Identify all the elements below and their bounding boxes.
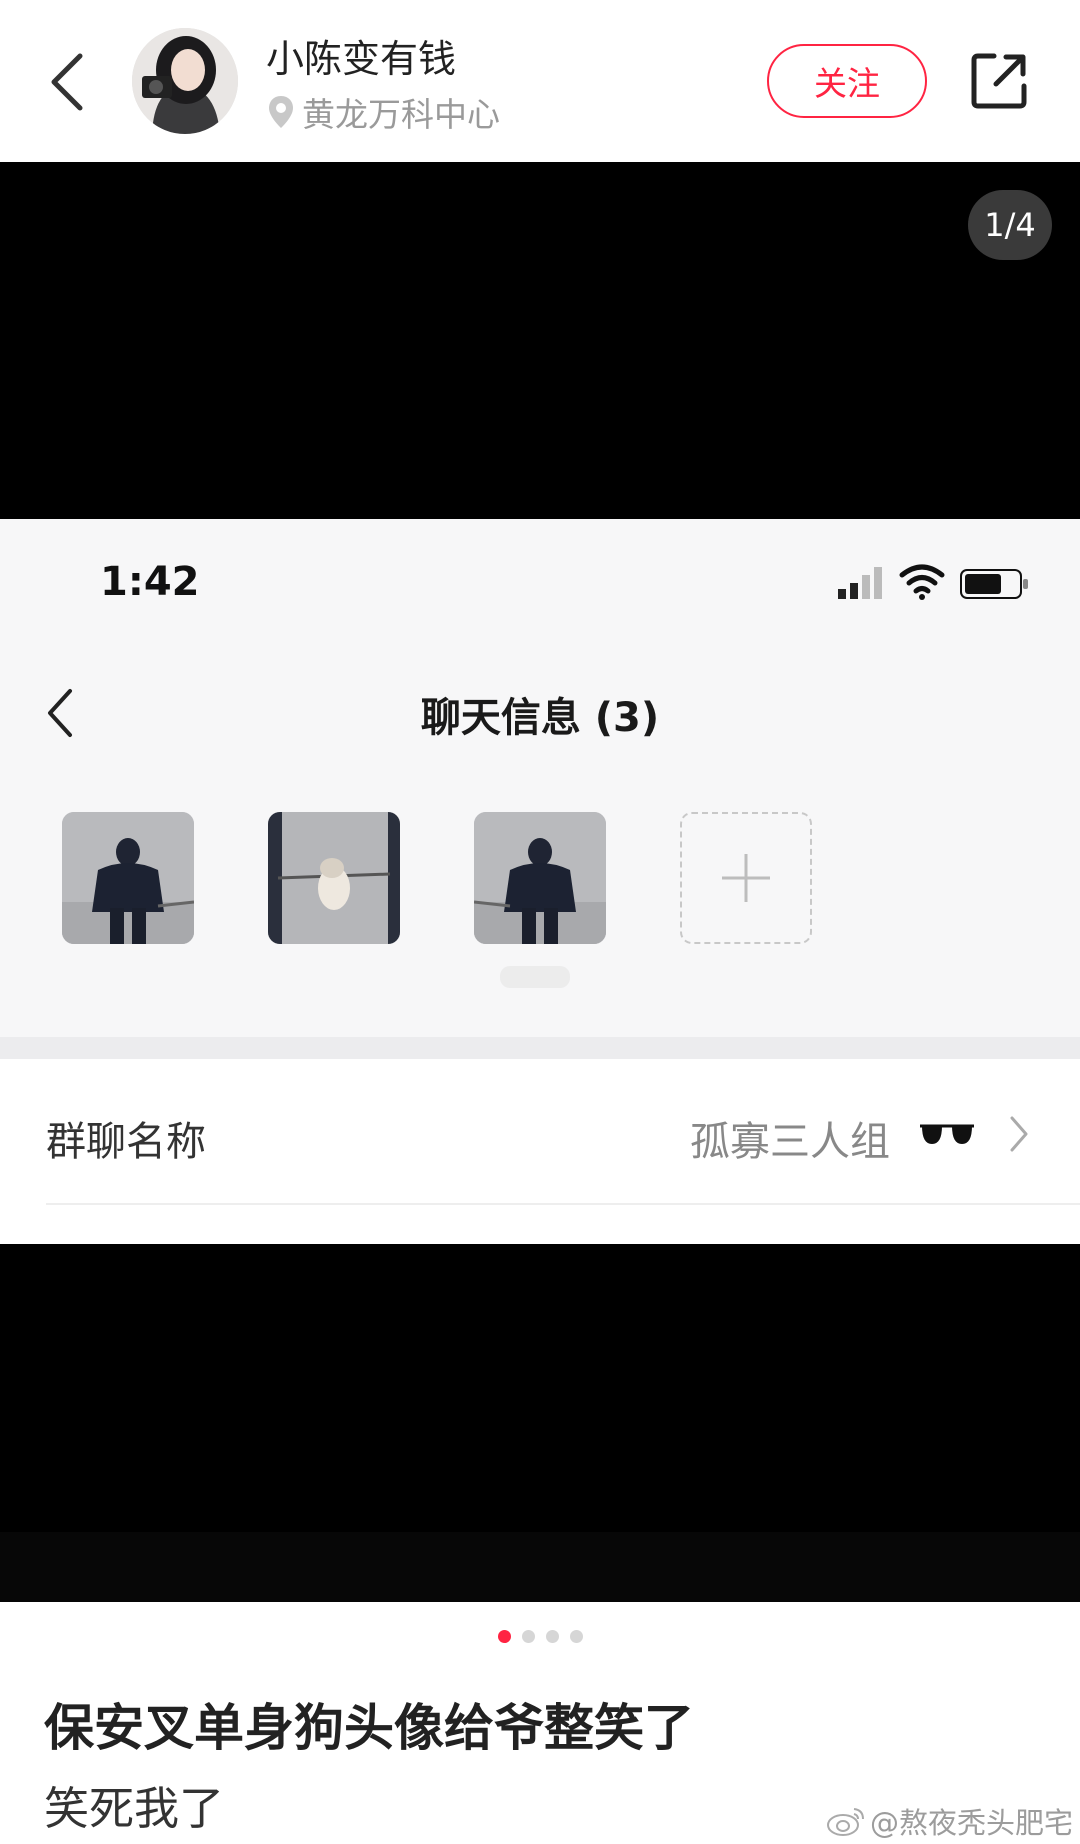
media-carousel[interactable]: 1/4 1:42 聊天信息 (3) 群聊名称 孤寡三人组 (0, 162, 1080, 1602)
section-divider (0, 1037, 1080, 1059)
author-name[interactable]: 小陈变有钱 (266, 28, 456, 83)
chevron-right-icon (1010, 1116, 1028, 1152)
carousel-dots (0, 1630, 1080, 1646)
status-time: 1:42 (100, 559, 200, 605)
member-avatar-security-guard-2 (474, 812, 606, 944)
back-arrow-icon[interactable] (44, 50, 92, 114)
group-name-value: 孤寡三人组 (690, 1119, 890, 1165)
weibo-icon (827, 1808, 864, 1836)
add-member-button (680, 812, 812, 944)
follow-button[interactable]: 关注 (767, 44, 927, 118)
blurred-caption (500, 966, 570, 988)
carousel-dot-2[interactable] (521, 1630, 535, 1643)
group-name-label: 群聊名称 (46, 1119, 206, 1165)
weibo-watermark: @熬夜秃头肥宅 (826, 1800, 1073, 1842)
member-avatar-dog (268, 812, 400, 944)
author-avatar[interactable] (132, 28, 238, 134)
carousel-dot-4[interactable] (569, 1630, 583, 1643)
cell-signal-icon (838, 567, 882, 599)
sunglasses-icon (920, 1124, 974, 1144)
location-pin-icon (269, 96, 293, 128)
post-body: 笑死我了 (44, 1782, 225, 1835)
location-tag[interactable]: 黄龙万科中心 (268, 88, 500, 136)
carousel-dot-1[interactable] (497, 1630, 511, 1643)
post-header: 小陈变有钱 黄龙万科中心 关注 (0, 0, 1080, 162)
watermark-text: @熬夜秃头肥宅 (870, 1806, 1074, 1840)
location-text: 黄龙万科中心 (302, 95, 500, 134)
wifi-icon (899, 564, 945, 600)
battery-icon (960, 569, 1028, 599)
carousel-dot-3[interactable] (545, 1630, 559, 1643)
chat-info-screenshot: 1:42 聊天信息 (3) 群聊名称 孤寡三人组 (0, 519, 1080, 1244)
dark-band (0, 1532, 1080, 1602)
share-icon[interactable] (968, 50, 1030, 112)
row-divider (46, 1203, 1080, 1205)
plus-icon (722, 854, 770, 902)
page-counter: 1/4 (968, 190, 1052, 260)
post-title: 保安叉单身狗头像给爷整笑了 (44, 1699, 694, 1757)
member-avatar-security-guard (62, 812, 194, 944)
chat-info-title: 聊天信息 (3) (420, 695, 660, 741)
